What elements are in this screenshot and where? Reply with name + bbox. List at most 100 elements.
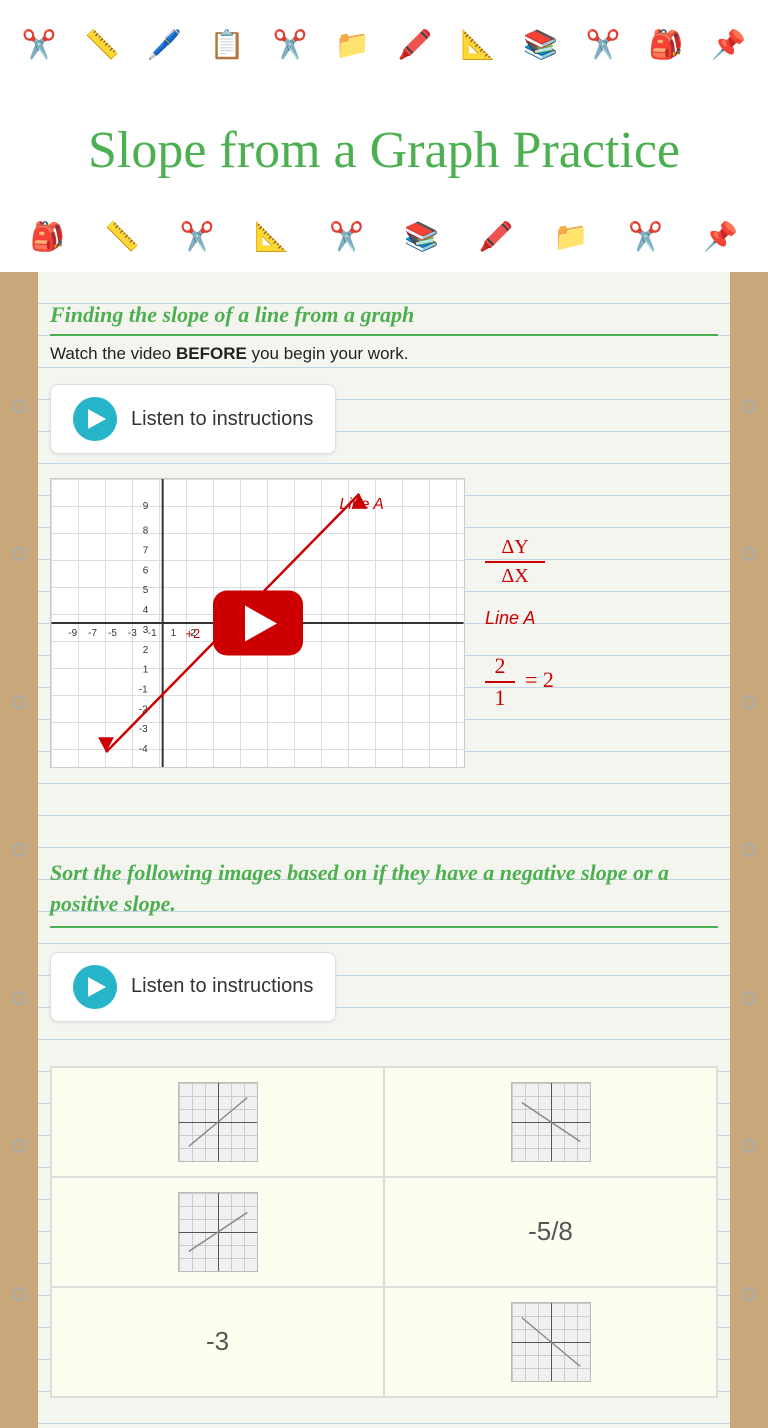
supply-pen-1: 🖊️ xyxy=(147,28,182,62)
mini-svg-2 xyxy=(512,1083,590,1161)
sort-row-3: -3 xyxy=(51,1287,717,1397)
hole-5 xyxy=(12,991,26,1005)
mid-supply-4: 📐 xyxy=(254,220,289,254)
title-section: Slope from a Graph Practice xyxy=(0,90,768,202)
svg-text:2: 2 xyxy=(190,628,196,639)
section1-description: Watch the video BEFORE you begin your wo… xyxy=(50,344,718,364)
svg-text:-4: -4 xyxy=(139,744,148,755)
mid-supply-6: 📚 xyxy=(404,220,439,254)
hole-r3 xyxy=(742,695,756,709)
mid-supply-7: 🖍️ xyxy=(479,220,514,254)
listen-button-1[interactable]: Listen to instructions xyxy=(50,384,336,454)
video-thumbnail[interactable]: Line A +2 +1 -9 -7 -5 -3 -1 1 xyxy=(50,478,465,768)
section1-heading: Finding the slope of a line from a graph xyxy=(50,302,718,336)
mid-supply-1: 🎒 xyxy=(30,220,65,254)
svg-text:Line A: Line A xyxy=(339,496,383,513)
svg-text:9: 9 xyxy=(143,501,149,512)
frac-bar xyxy=(485,681,515,683)
sort-cell-5-text: -3 xyxy=(206,1326,229,1357)
delta-fraction: ΔY ΔX xyxy=(485,536,545,588)
sort-grid: -5/8 -3 xyxy=(50,1066,718,1398)
mini-graph-1 xyxy=(178,1082,258,1162)
svg-text:1: 1 xyxy=(171,628,177,639)
svg-text:-5: -5 xyxy=(108,628,117,639)
supply-scissors-3: ✂️ xyxy=(586,28,621,62)
sort-row-2: -5/8 xyxy=(51,1177,717,1287)
listen-label-1: Listen to instructions xyxy=(131,408,313,431)
hole-6 xyxy=(12,1139,26,1153)
middle-banner: 🎒 📏 ✂️ 📐 ✂️ 📚 🖍️ 📁 ✂️ 📌 xyxy=(0,202,768,272)
mini-svg-3 xyxy=(179,1193,257,1271)
hole-4 xyxy=(12,843,26,857)
video-container: Line A +2 +1 -9 -7 -5 -3 -1 1 xyxy=(50,478,718,768)
hole-1 xyxy=(12,399,26,413)
play-triangle-1 xyxy=(88,409,106,429)
hole-7 xyxy=(12,1287,26,1301)
play-triangle-2 xyxy=(88,977,106,997)
supply-scissors-1: ✂️ xyxy=(22,28,57,62)
mid-supply-9: ✂️ xyxy=(628,220,663,254)
sort-cell-1[interactable] xyxy=(51,1067,384,1177)
hole-3 xyxy=(12,695,26,709)
mini-graph-4 xyxy=(511,1302,591,1382)
formula-side: ΔY ΔX Line A 2 1 xyxy=(485,536,554,711)
svg-text:-7: -7 xyxy=(88,628,97,639)
svg-text:-3: -3 xyxy=(139,725,148,736)
notebook-area: Finding the slope of a line from a graph… xyxy=(0,272,768,1428)
delta-bar xyxy=(485,561,545,563)
hole-r5 xyxy=(742,991,756,1005)
sort-cell-5[interactable]: -3 xyxy=(51,1287,384,1397)
mid-supply-5: ✂️ xyxy=(329,220,364,254)
delta-y: ΔY xyxy=(501,536,528,559)
mini-graph-2 xyxy=(511,1082,591,1162)
section-spacer xyxy=(50,798,718,838)
equals-value: = 2 xyxy=(525,667,554,693)
sort-cell-4[interactable]: -5/8 xyxy=(384,1177,717,1287)
holes-left xyxy=(10,272,28,1428)
svg-text:-9: -9 xyxy=(68,628,77,639)
mini-svg-1 xyxy=(179,1083,257,1161)
mini-graph-3 xyxy=(178,1192,258,1272)
hole-2 xyxy=(12,547,26,561)
mid-supply-10: 📌 xyxy=(703,220,738,254)
youtube-play-button[interactable] xyxy=(213,591,303,656)
svg-text:1: 1 xyxy=(143,665,149,676)
top-banner: ✂️ 📏 🖊️ 📋 ✂️ 📁 🖍️ 📐 📚 ✂️ 🎒 📌 xyxy=(0,0,768,90)
play-circle-1 xyxy=(73,397,117,441)
mini-svg-4 xyxy=(512,1303,590,1381)
supply-ruler-2: 📐 xyxy=(460,28,495,62)
notebook-inner: Finding the slope of a line from a graph… xyxy=(50,302,718,1398)
svg-text:-1: -1 xyxy=(139,685,148,696)
graph-background: Line A +2 +1 -9 -7 -5 -3 -1 1 xyxy=(51,479,464,767)
listen-button-2[interactable]: Listen to instructions xyxy=(50,952,336,1022)
svg-text:5: 5 xyxy=(143,586,149,597)
svg-text:-2: -2 xyxy=(139,705,148,716)
sort-cell-3[interactable] xyxy=(51,1177,384,1287)
svg-text:8: 8 xyxy=(143,526,149,537)
svg-text:3: 3 xyxy=(143,625,149,636)
delta-x: ΔX xyxy=(501,565,528,588)
top-supplies-bar: ✂️ 📏 🖊️ 📋 ✂️ 📁 🖍️ 📐 📚 ✂️ 🎒 📌 xyxy=(0,0,768,90)
hole-r1 xyxy=(742,399,756,413)
play-circle-2 xyxy=(73,965,117,1009)
listen-label-2: Listen to instructions xyxy=(131,975,313,998)
hole-r7 xyxy=(742,1287,756,1301)
sort-row-1 xyxy=(51,1067,717,1177)
hole-r2 xyxy=(742,547,756,561)
section1: Finding the slope of a line from a graph… xyxy=(50,302,718,768)
holes-right xyxy=(740,272,758,1428)
supply-pin-1: 📌 xyxy=(711,28,746,62)
sort-cell-4-text: -5/8 xyxy=(528,1216,573,1247)
sort-cell-2[interactable] xyxy=(384,1067,717,1177)
supply-scissors-2: ✂️ xyxy=(273,28,308,62)
mid-supply-8: 📁 xyxy=(554,220,589,254)
svg-text:4: 4 xyxy=(143,605,149,616)
page-title: Slope from a Graph Practice xyxy=(40,120,728,182)
mid-supply-2: 📏 xyxy=(105,220,140,254)
hole-r6 xyxy=(742,1139,756,1153)
sort-cell-6[interactable] xyxy=(384,1287,717,1397)
frac-numerator: 2 xyxy=(495,653,506,679)
section2-heading: Sort the following images based on if th… xyxy=(50,858,718,928)
supply-folder-1: 📁 xyxy=(335,28,370,62)
svg-text:2: 2 xyxy=(143,645,149,656)
